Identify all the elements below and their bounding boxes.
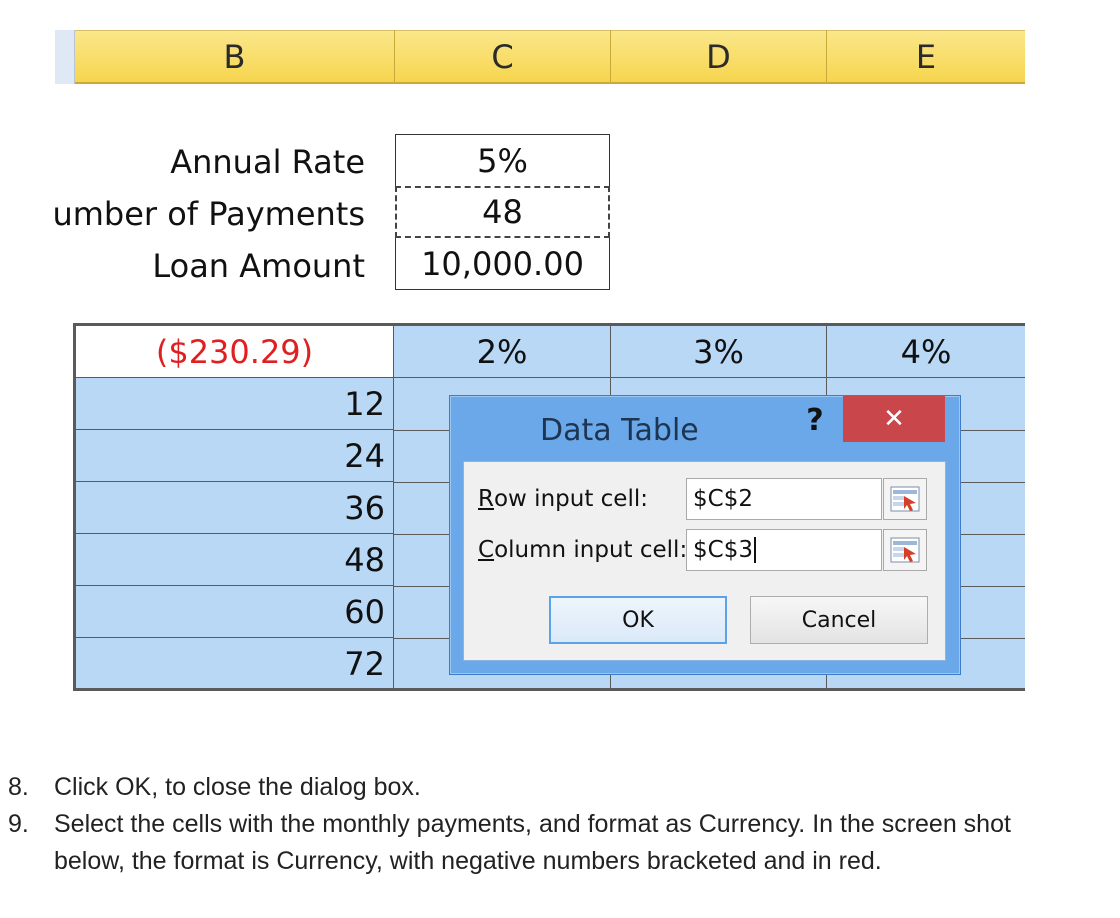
range-select-icon (890, 537, 920, 563)
instruction-item: 9. Select the cells with the monthly pay… (8, 806, 1108, 880)
payments-row-cell[interactable]: 48 (76, 534, 394, 586)
payments-row-cell[interactable]: 36 (76, 482, 394, 534)
column-header-e[interactable]: E (827, 30, 1025, 84)
instruction-number: 9. (8, 810, 29, 838)
payments-row-cell[interactable]: 12 (76, 378, 394, 430)
range-select-icon (890, 486, 920, 512)
column-input-collapse-button[interactable] (883, 529, 927, 571)
close-button[interactable]: ✕ (843, 396, 945, 442)
column-input-value: $C$3 (693, 537, 753, 563)
annual-rate-label: Annual Rate (170, 143, 365, 181)
instruction-text: Click OK, to close the dialog box. (54, 773, 421, 801)
cancel-button[interactable]: Cancel (750, 596, 928, 644)
annual-rate-label-cell: Annual Rate (55, 137, 365, 187)
payments-row-cell[interactable]: 24 (76, 430, 394, 482)
column-input-label: Column input cell: (478, 532, 687, 568)
column-header-b[interactable]: B (75, 30, 395, 84)
dialog-title: Data Table (540, 412, 699, 448)
row-input-value: $C$2 (693, 486, 753, 512)
ok-button[interactable]: OK (549, 596, 727, 644)
payments-row-cell[interactable]: 60 (76, 586, 394, 638)
column-input-field[interactable]: $C$3 (686, 529, 882, 571)
rate-header-2[interactable]: 2% (394, 326, 611, 378)
select-all-corner[interactable] (55, 30, 75, 84)
loan-amount-cell[interactable]: 10,000.00 (395, 238, 610, 290)
payments-row-cell[interactable]: 72 (76, 638, 394, 690)
row-input-label-text: ow input cell: (493, 486, 648, 512)
row-input-collapse-button[interactable] (883, 478, 927, 520)
loan-amount-label: Loan Amount (152, 247, 365, 285)
loan-amount-label-cell: Loan Amount (55, 241, 365, 291)
text-caret (753, 537, 756, 563)
row-input-accelerator: R (478, 486, 494, 512)
column-input-label-text: olumn input cell: (494, 537, 688, 563)
help-button[interactable]: ? (795, 398, 835, 442)
formula-result-cell[interactable]: ($230.29) (76, 326, 394, 378)
column-header-d[interactable]: D (611, 30, 827, 84)
row-input-label: Row input cell: (478, 481, 648, 517)
column-header-c[interactable]: C (395, 30, 611, 84)
instruction-number: 8. (8, 773, 29, 801)
annual-rate-cell[interactable]: 5% (395, 134, 610, 186)
rate-header-3[interactable]: 3% (611, 326, 827, 378)
rate-header-4[interactable]: 4% (827, 326, 1025, 378)
num-payments-label: umber of Payments (55, 195, 365, 233)
instruction-item: 8. Click OK, to close the dialog box. (8, 769, 1108, 806)
instruction-text: Select the cells with the monthly paymen… (54, 810, 1011, 875)
column-input-accelerator: C (478, 537, 495, 563)
num-payments-label-cell: umber of Payments (55, 189, 365, 239)
close-icon: ✕ (883, 404, 905, 434)
row-input-field[interactable]: $C$2 (686, 478, 882, 520)
num-payments-cell[interactable]: 48 (395, 186, 610, 238)
